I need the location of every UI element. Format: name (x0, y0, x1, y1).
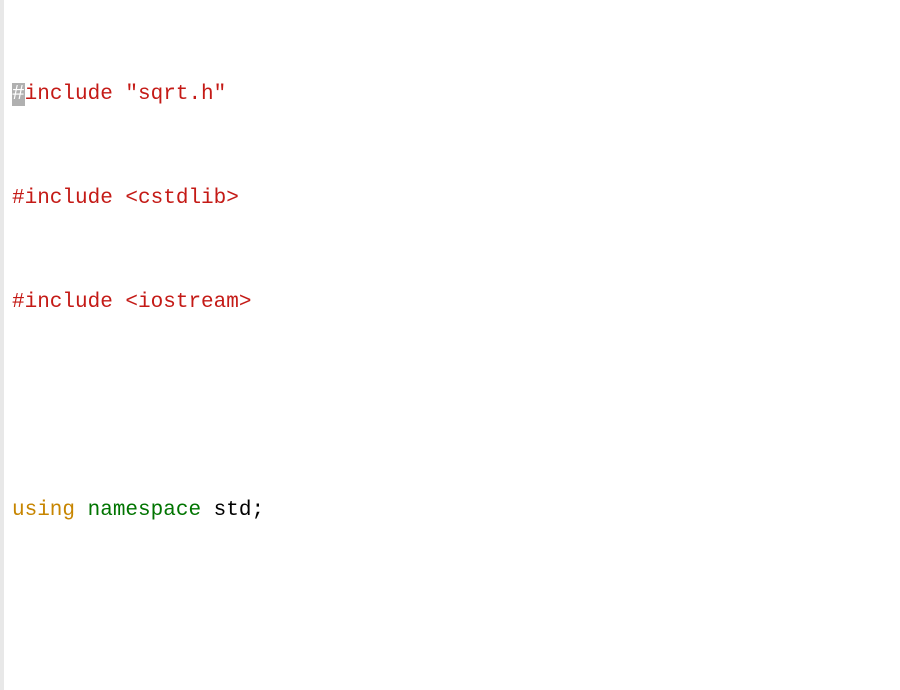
code-line (12, 602, 900, 628)
namespace-token: namespace (88, 499, 201, 522)
code-line: using namespace std; (12, 498, 900, 524)
code-area[interactable]: #include "sqrt.h" #include <cstdlib> #in… (4, 0, 900, 690)
preproc-token: #include (12, 291, 113, 314)
whitespace (75, 499, 88, 522)
include-target: "sqrt.h" (113, 83, 226, 106)
preproc-token: include (25, 83, 113, 106)
include-target: <iostream> (113, 291, 252, 314)
code-line: #include <cstdlib> (12, 186, 900, 212)
identifier-token: std (214, 499, 252, 522)
cursor: # (12, 83, 25, 106)
whitespace (201, 499, 214, 522)
code-line (12, 394, 900, 420)
code-line: #include <iostream> (12, 290, 900, 316)
code-editor[interactable]: #include "sqrt.h" #include <cstdlib> #in… (0, 0, 900, 690)
punct-token: ; (251, 499, 264, 522)
keyword-token: using (12, 499, 75, 522)
preproc-token: #include (12, 187, 113, 210)
include-target: <cstdlib> (113, 187, 239, 210)
code-line: #include "sqrt.h" (12, 82, 900, 108)
